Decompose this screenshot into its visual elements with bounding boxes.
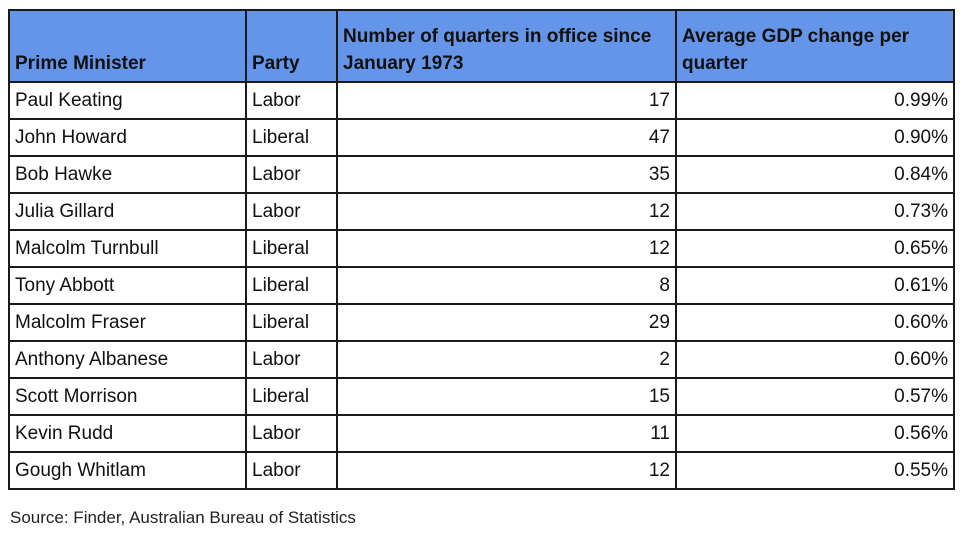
header-quarters-in-office: Number of quarters in office since Janua… — [336, 9, 677, 83]
cell-party: Labor — [245, 414, 338, 453]
cell-quarters: 11 — [336, 414, 677, 453]
cell-gdp-change: 0.65% — [675, 229, 955, 268]
header-party: Party — [245, 9, 338, 83]
cell-gdp-change: 0.57% — [675, 377, 955, 416]
cell-party: Labor — [245, 155, 338, 194]
header-prime-minister: Prime Minister — [8, 9, 247, 83]
cell-prime-minister: John Howard — [8, 118, 247, 157]
cell-party: Liberal — [245, 377, 338, 416]
cell-gdp-change: 0.73% — [675, 192, 955, 231]
table-row: Paul Keating Labor 17 0.99% — [8, 81, 955, 120]
cell-prime-minister: Tony Abbott — [8, 266, 247, 305]
header-row: Prime Minister Party Number of quarters … — [8, 9, 955, 83]
cell-party: Liberal — [245, 303, 338, 342]
table-row: Bob Hawke Labor 35 0.84% — [8, 155, 955, 194]
cell-quarters: 8 — [336, 266, 677, 305]
pm-gdp-table-container: Prime Minister Party Number of quarters … — [8, 9, 955, 490]
cell-gdp-change: 0.84% — [675, 155, 955, 194]
cell-party: Labor — [245, 81, 338, 120]
cell-quarters: 29 — [336, 303, 677, 342]
cell-prime-minister: Bob Hawke — [8, 155, 247, 194]
cell-prime-minister: Kevin Rudd — [8, 414, 247, 453]
table-row: Anthony Albanese Labor 2 0.60% — [8, 340, 955, 379]
cell-prime-minister: Scott Morrison — [8, 377, 247, 416]
cell-party: Labor — [245, 451, 338, 490]
cell-quarters: 47 — [336, 118, 677, 157]
cell-gdp-change: 0.61% — [675, 266, 955, 305]
cell-quarters: 15 — [336, 377, 677, 416]
cell-prime-minister: Gough Whitlam — [8, 451, 247, 490]
source-note: Source: Finder, Australian Bureau of Sta… — [10, 508, 356, 527]
cell-gdp-change: 0.99% — [675, 81, 955, 120]
cell-prime-minister: Julia Gillard — [8, 192, 247, 231]
table-row: Kevin Rudd Labor 11 0.56% — [8, 414, 955, 453]
table-row: Malcolm Fraser Liberal 29 0.60% — [8, 303, 955, 342]
cell-prime-minister: Malcolm Turnbull — [8, 229, 247, 268]
table-row: John Howard Liberal 47 0.90% — [8, 118, 955, 157]
cell-gdp-change: 0.56% — [675, 414, 955, 453]
cell-party: Liberal — [245, 266, 338, 305]
table-row: Tony Abbott Liberal 8 0.61% — [8, 266, 955, 305]
table-row: Julia Gillard Labor 12 0.73% — [8, 192, 955, 231]
cell-prime-minister: Malcolm Fraser — [8, 303, 247, 342]
cell-prime-minister: Anthony Albanese — [8, 340, 247, 379]
header-average-gdp-change: Average GDP change per quarter — [675, 9, 955, 83]
cell-quarters: 12 — [336, 451, 677, 490]
table-header: Prime Minister Party Number of quarters … — [8, 9, 955, 83]
cell-party: Liberal — [245, 229, 338, 268]
cell-quarters: 12 — [336, 229, 677, 268]
table-row: Scott Morrison Liberal 15 0.57% — [8, 377, 955, 416]
cell-prime-minister: Paul Keating — [8, 81, 247, 120]
cell-quarters: 2 — [336, 340, 677, 379]
table-row: Gough Whitlam Labor 12 0.55% — [8, 451, 955, 490]
cell-gdp-change: 0.90% — [675, 118, 955, 157]
cell-party: Labor — [245, 192, 338, 231]
cell-gdp-change: 0.55% — [675, 451, 955, 490]
cell-party: Labor — [245, 340, 338, 379]
table-row: Malcolm Turnbull Liberal 12 0.65% — [8, 229, 955, 268]
cell-quarters: 35 — [336, 155, 677, 194]
cell-quarters: 17 — [336, 81, 677, 120]
cell-quarters: 12 — [336, 192, 677, 231]
pm-gdp-table: Prime Minister Party Number of quarters … — [8, 9, 955, 490]
cell-gdp-change: 0.60% — [675, 303, 955, 342]
table-body: Paul Keating Labor 17 0.99% John Howard Liber… — [8, 81, 955, 490]
cell-party: Liberal — [245, 118, 338, 157]
cell-gdp-change: 0.60% — [675, 340, 955, 379]
